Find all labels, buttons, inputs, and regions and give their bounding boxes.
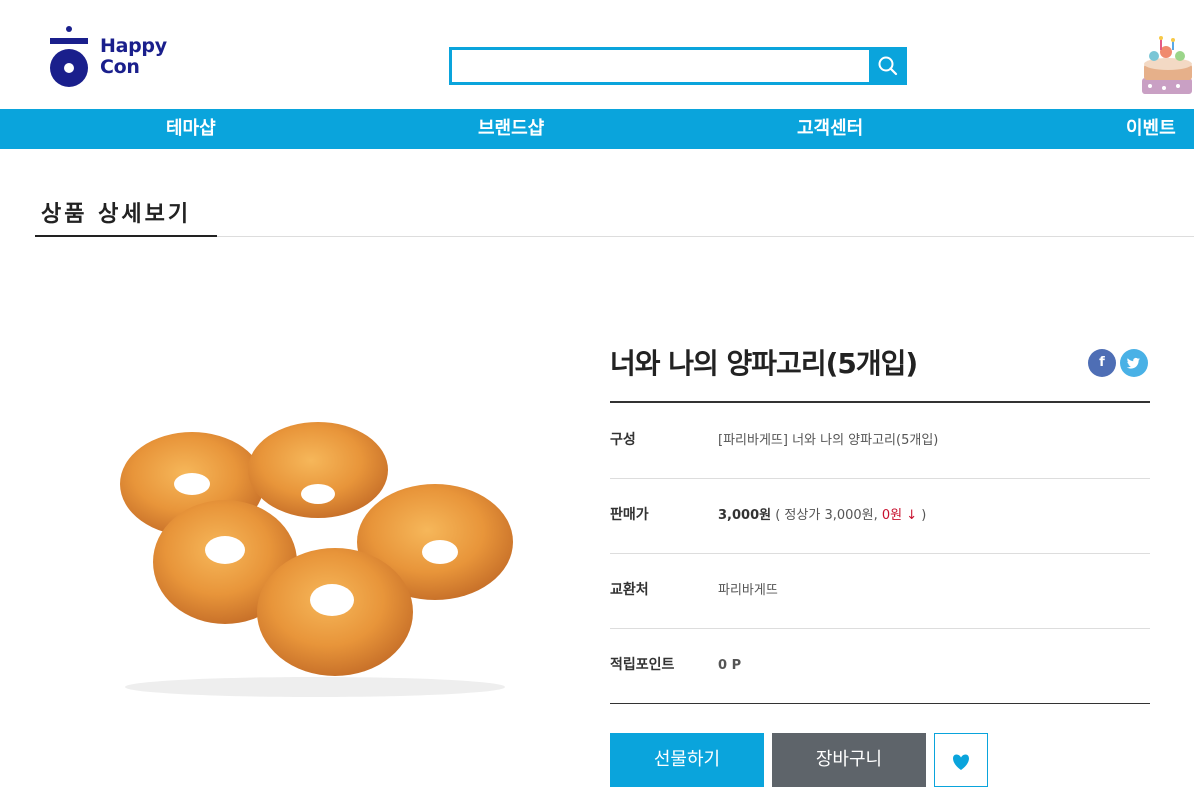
twitter-share-button[interactable] <box>1120 349 1148 377</box>
info-value: [파리바게뜨] 너와 나의 양파고리(5개입) <box>718 433 939 448</box>
header: Happy Con <box>0 0 1194 109</box>
info-label: 교환처 <box>610 582 649 598</box>
search-button[interactable] <box>869 47 907 85</box>
cake-icon <box>1142 36 1192 94</box>
main-nav: 테마샵 브랜드샵 고객센터 이벤트 <box>0 109 1194 149</box>
search-input[interactable] <box>449 47 885 85</box>
nav-item-event[interactable]: 이벤트 <box>1126 109 1176 149</box>
info-row-composition: 구성 [파리바게뜨] 너와 나의 양파고리(5개입) <box>610 403 1150 479</box>
facebook-share-button[interactable]: f <box>1088 349 1116 377</box>
info-value: 0 P <box>718 658 742 673</box>
page-title: 상품 상세보기 <box>41 202 192 227</box>
info-label: 적립포인트 <box>610 657 675 673</box>
logo-mark-icon <box>50 26 88 87</box>
search-bar <box>449 47 907 85</box>
price-detail-open: ( 정상가 3,000원, <box>771 508 882 523</box>
price-detail-close: ) <box>917 508 927 523</box>
info-label: 판매가 <box>610 507 649 523</box>
discount-amount: 0원 <box>881 508 903 523</box>
info-row-exchange: 교환처 파리바게뜨 <box>610 553 1150 629</box>
event-cake-banner[interactable] <box>1138 34 1194 98</box>
facebook-icon: f <box>1099 355 1105 370</box>
wishlist-button[interactable] <box>934 733 988 787</box>
search-icon <box>878 56 898 76</box>
onion-rings-image <box>120 422 513 697</box>
divider <box>217 236 1194 237</box>
info-label: 구성 <box>610 432 636 448</box>
sale-price: 3,000원 <box>718 508 772 523</box>
happycon-logo[interactable]: Happy Con <box>48 26 178 90</box>
twitter-icon <box>1126 357 1140 369</box>
gift-button[interactable]: 선물하기 <box>610 733 764 787</box>
arrow-down-icon: ↓ <box>906 508 918 523</box>
info-row-points: 적립포인트 0 P <box>610 628 1150 704</box>
info-row-price: 판매가 3,000원 ( 정상가 3,000원, 0원 ↓ ) <box>610 478 1150 554</box>
product-name: 너와 나의 양파고리(5개입) <box>610 347 918 380</box>
page-title-underline <box>35 235 217 237</box>
nav-item-brand-shop[interactable]: 브랜드샵 <box>478 109 544 149</box>
nav-item-customer-center[interactable]: 고객센터 <box>797 109 863 149</box>
heart-icon <box>953 754 969 770</box>
info-value: 파리바게뜨 <box>718 583 778 598</box>
nav-item-theme-shop[interactable]: 테마샵 <box>166 109 216 149</box>
price-value: 3,000원 ( 정상가 3,000원, 0원 ↓ ) <box>718 478 926 553</box>
logo-text: Happy Con <box>100 35 167 78</box>
product-image <box>100 412 530 702</box>
cart-button[interactable]: 장바구니 <box>772 733 926 787</box>
